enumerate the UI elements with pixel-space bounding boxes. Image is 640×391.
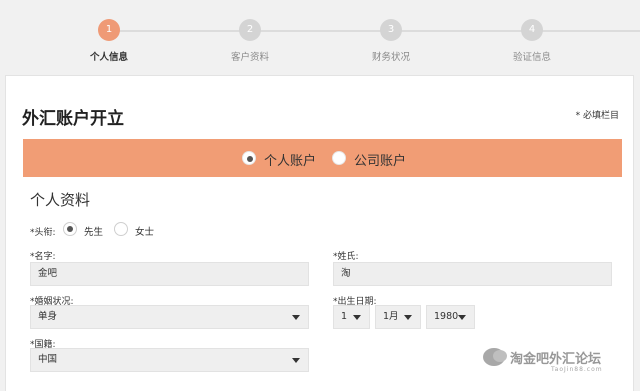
step-label: 个人信息: [89, 52, 128, 63]
birth-month-value: 1月: [383, 311, 399, 322]
radio-selected-dot: [247, 156, 253, 162]
nationality-value: 中国: [38, 354, 58, 365]
nationality-select[interactable]: 中国: [30, 348, 309, 372]
step-financial-status[interactable]: 3 财务状况: [351, 19, 431, 63]
step-number-badge: 2: [239, 19, 261, 41]
birth-year-value: 1980: [434, 311, 459, 322]
chevron-down-icon: [458, 315, 466, 320]
birth-day-value: 1: [341, 311, 348, 322]
marital-status-select[interactable]: 单身: [30, 305, 309, 329]
chevron-down-icon: [292, 358, 300, 363]
step-number-badge: 4: [521, 19, 543, 41]
step-number-badge: 3: [380, 19, 402, 41]
account-type-bar: 个人账户 公司账户: [23, 139, 622, 177]
watermark-text: 淘金吧外汇论坛: [510, 352, 602, 367]
radio-selected-dot: [67, 226, 73, 232]
watermark-subtext: TaoJin88.com: [551, 366, 603, 373]
first-name-label: *名字:: [30, 252, 56, 262]
section-title-personal: 个人资料: [30, 191, 91, 209]
birth-day-select[interactable]: 1: [333, 305, 370, 329]
step-customer-info[interactable]: 2 客户资料: [210, 19, 290, 63]
step-label: 验证信息: [512, 52, 551, 63]
first-name-field[interactable]: 金吧: [30, 262, 309, 286]
last-name-label: *姓氏:: [333, 252, 359, 262]
last-name-field[interactable]: 淘: [333, 262, 612, 286]
company-account-label[interactable]: 公司账户: [354, 150, 406, 169]
salutation-ms-radio[interactable]: [114, 222, 128, 236]
wechat-icon: [483, 348, 507, 366]
salutation-mr-label[interactable]: 先生: [84, 224, 103, 238]
page-title: 外汇账户开立: [22, 109, 124, 129]
salutation-ms-label[interactable]: 女士: [135, 224, 154, 238]
progress-stepper: 1 个人信息 2 客户资料 3 财务状况 4 验证信息: [0, 0, 640, 70]
birth-year-select[interactable]: 1980: [426, 305, 475, 329]
marital-status-value: 单身: [38, 311, 58, 322]
step-verification[interactable]: 4 验证信息: [492, 19, 572, 63]
chevron-down-icon: [292, 315, 300, 320]
step-number-badge: 1: [98, 19, 120, 41]
step-label: 客户资料: [230, 52, 269, 63]
watermark: 淘金吧外汇论坛 TaoJin88.com: [483, 340, 640, 380]
company-account-radio[interactable]: [332, 151, 346, 165]
step-label: 财务状况: [371, 52, 410, 63]
required-fields-note: * 必填栏目: [575, 111, 619, 121]
salutation-label: *头衔:: [30, 228, 56, 238]
chevron-down-icon: [404, 315, 412, 320]
salutation-mr-radio[interactable]: [63, 222, 77, 236]
birth-month-select[interactable]: 1月: [375, 305, 421, 329]
personal-account-label[interactable]: 个人账户: [264, 150, 316, 169]
chevron-down-icon: [353, 315, 361, 320]
step-personal-info[interactable]: 1 个人信息: [69, 19, 149, 63]
personal-account-radio[interactable]: [242, 151, 256, 165]
